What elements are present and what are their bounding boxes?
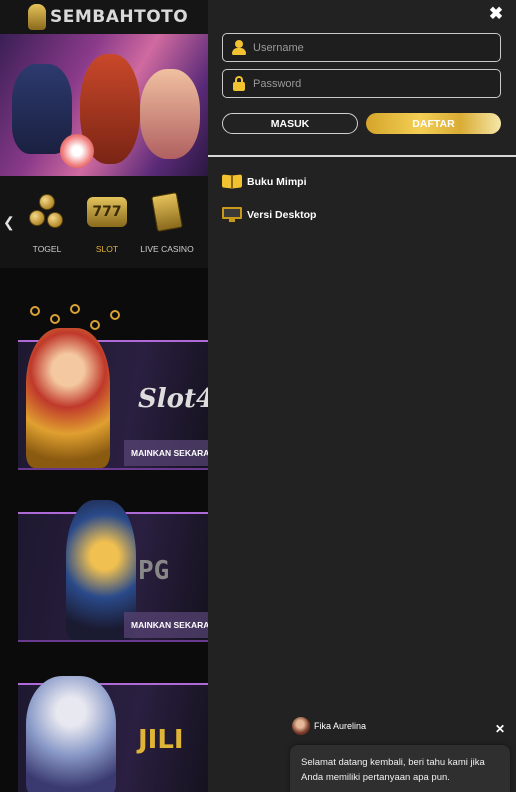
- book-icon: [222, 174, 242, 189]
- game-category-live-casino[interactable]: LIVE CASINO: [137, 190, 197, 254]
- auth-buttons: MASUK DAFTAR: [222, 113, 501, 134]
- game-category-togel[interactable]: TOGEL: [17, 190, 77, 254]
- chat-header[interactable]: Fika Aurelina: [292, 717, 366, 735]
- password-field[interactable]: [222, 69, 501, 98]
- page: SEMBAHTOTO ❮ TOGEL 777 SLOT LIVE CASINO …: [0, 0, 516, 792]
- close-icon[interactable]: ✖: [488, 5, 504, 22]
- side-drawer: ✖ MASUK DAFTAR Buku Mimpi Versi Desktop …: [208, 0, 516, 792]
- lottery-balls-icon: [25, 190, 69, 234]
- register-button[interactable]: DAFTAR: [366, 113, 501, 134]
- game-category-bar: ❮ TOGEL 777 SLOT LIVE CASINO: [0, 176, 208, 268]
- password-input[interactable]: [253, 77, 493, 90]
- chevron-left-icon[interactable]: ❮: [3, 214, 15, 231]
- divider: [208, 155, 516, 157]
- username-input[interactable]: [253, 41, 493, 54]
- background-site: SEMBAHTOTO ❮ TOGEL 777 SLOT LIVE CASINO …: [0, 0, 208, 792]
- promo-banner-jili[interactable]: JILI: [18, 676, 208, 792]
- hero-banner[interactable]: [0, 34, 208, 176]
- logo-icon: [28, 4, 46, 30]
- chat-agent-name: Fika Aurelina: [314, 721, 367, 731]
- lock-icon: [232, 76, 246, 91]
- login-button[interactable]: MASUK: [222, 113, 358, 134]
- promo-brand: Slot4: [138, 384, 208, 414]
- promo-banner-pg[interactable]: PG MAINKAN SEKARANG: [18, 500, 208, 642]
- menu-item-buku-mimpi[interactable]: Buku Mimpi: [222, 174, 307, 189]
- menu-item-label: Versi Desktop: [247, 209, 317, 221]
- menu-item-label: Buku Mimpi: [247, 175, 307, 188]
- chat-message[interactable]: Selamat datang kembali, beri tahu kami j…: [290, 745, 510, 792]
- site-header: SEMBAHTOTO: [0, 0, 208, 34]
- avatar: [292, 717, 310, 735]
- username-field[interactable]: [222, 33, 501, 62]
- promo-brand: JILI: [138, 725, 184, 755]
- playing-cards-icon: [145, 190, 189, 234]
- play-now-button[interactable]: MAINKAN SEKARANG: [124, 612, 208, 638]
- play-now-button[interactable]: MAINKAN SEKARANG: [124, 440, 208, 466]
- site-logo[interactable]: SEMBAHTOTO: [50, 7, 188, 27]
- monitor-icon: [222, 207, 242, 223]
- close-icon[interactable]: ✕: [495, 722, 505, 736]
- slot-machine-icon: 777: [85, 190, 129, 234]
- user-icon: [232, 40, 246, 55]
- promo-banner-slot4[interactable]: Slot4 MAINKAN SEKARANG: [18, 328, 208, 470]
- promo-brand: PG: [138, 556, 170, 586]
- game-category-label: LIVE CASINO: [140, 244, 194, 254]
- game-category-slot[interactable]: 777 SLOT: [77, 190, 137, 254]
- game-category-label: TOGEL: [32, 244, 62, 254]
- game-category-label: SLOT: [95, 244, 119, 254]
- menu-item-versi-desktop[interactable]: Versi Desktop: [222, 207, 316, 223]
